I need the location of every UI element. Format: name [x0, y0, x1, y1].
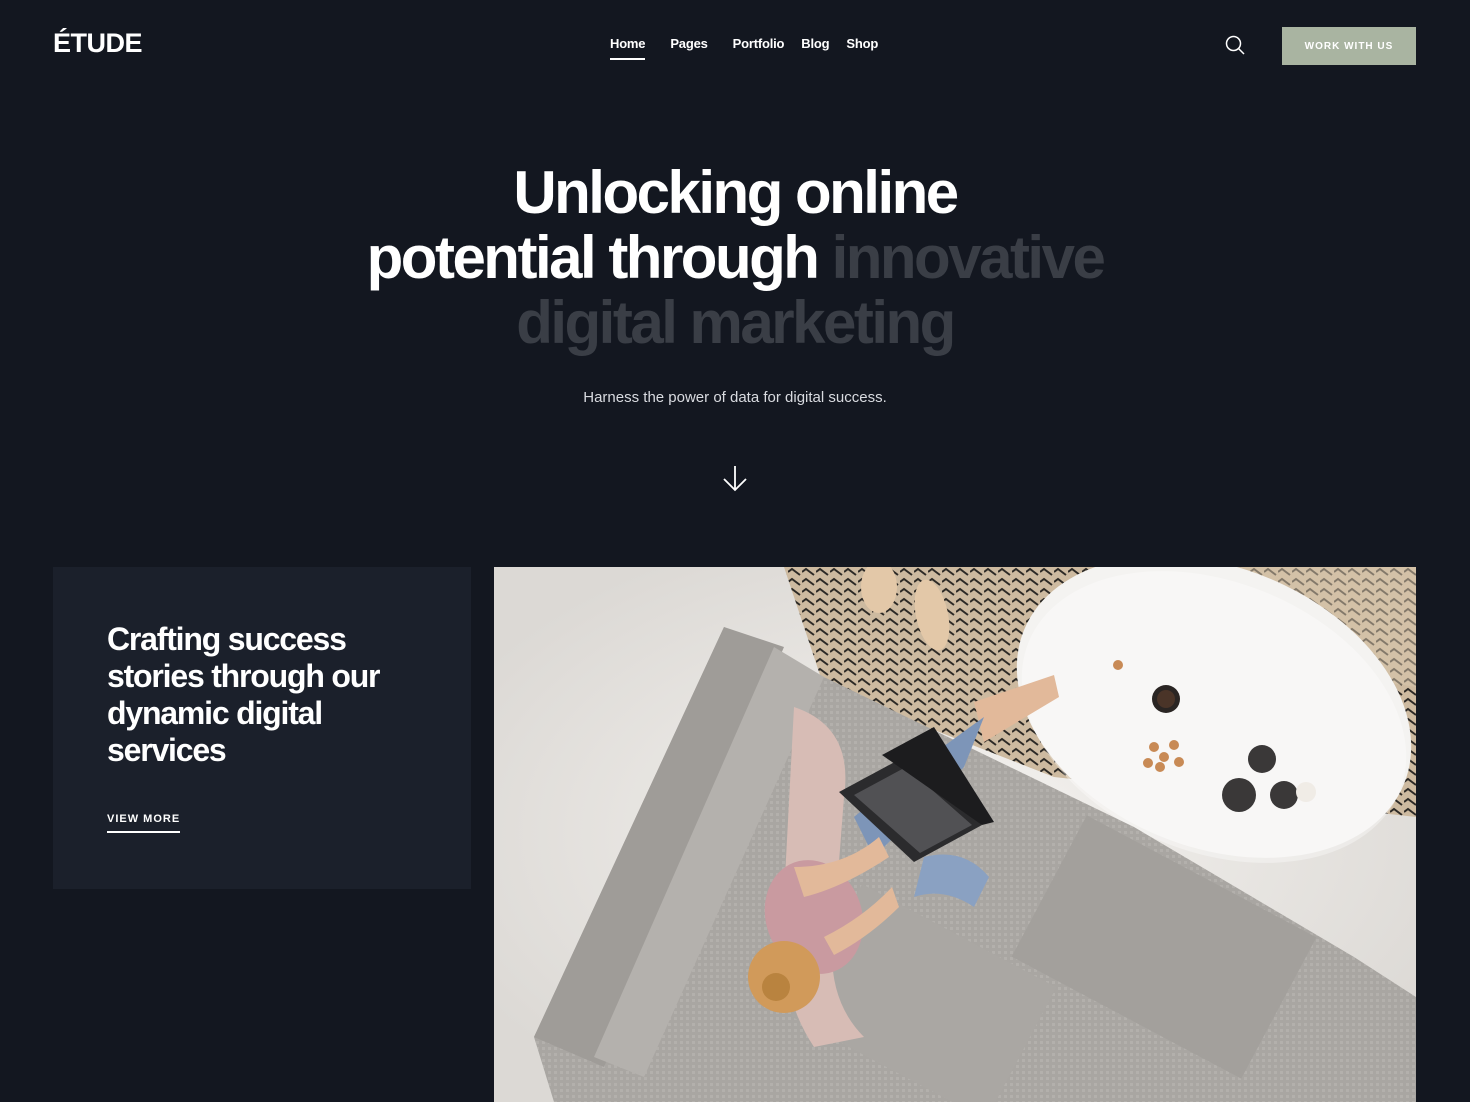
nav-item-pages[interactable]: Pages — [670, 36, 708, 57]
hero-title-line-1: Unlocking online — [513, 159, 959, 226]
view-more-link[interactable]: VIEW MORE — [107, 813, 181, 833]
arrow-down-icon[interactable] — [721, 464, 749, 494]
hero-title-line-2-bright: potential through — [366, 224, 820, 291]
woman-with-laptop-on-sofa-image — [494, 567, 1416, 1102]
search-icon[interactable] — [1224, 34, 1246, 56]
main-nav: Home Pages Portfolio Blog Shop — [610, 36, 878, 60]
site-header: ÉTUDE Home Pages Portfolio Blog Shop WOR… — [0, 0, 1470, 90]
nav-item-portfolio[interactable]: Portfolio — [733, 36, 785, 57]
nav-item-home[interactable]: Home — [610, 36, 646, 60]
nav-item-blog[interactable]: Blog — [801, 36, 829, 57]
hero-subtitle: Harness the power of data for digital su… — [583, 389, 887, 406]
hero-title-line-2-dim: innovative — [831, 224, 1106, 291]
hero-photo — [494, 567, 1416, 1102]
feature-card-title: Crafting success stories through our dyn… — [107, 621, 381, 768]
work-with-us-button[interactable]: WORK WITH US — [1282, 27, 1416, 65]
hero-title-line-3: digital marketing — [516, 289, 956, 356]
feature-card: Crafting success stories through our dyn… — [53, 567, 471, 889]
nav-item-shop[interactable]: Shop — [846, 36, 878, 57]
hero-title: Unlocking online potential through innov… — [0, 160, 1470, 355]
brand-logo[interactable]: ÉTUDE — [53, 28, 143, 59]
